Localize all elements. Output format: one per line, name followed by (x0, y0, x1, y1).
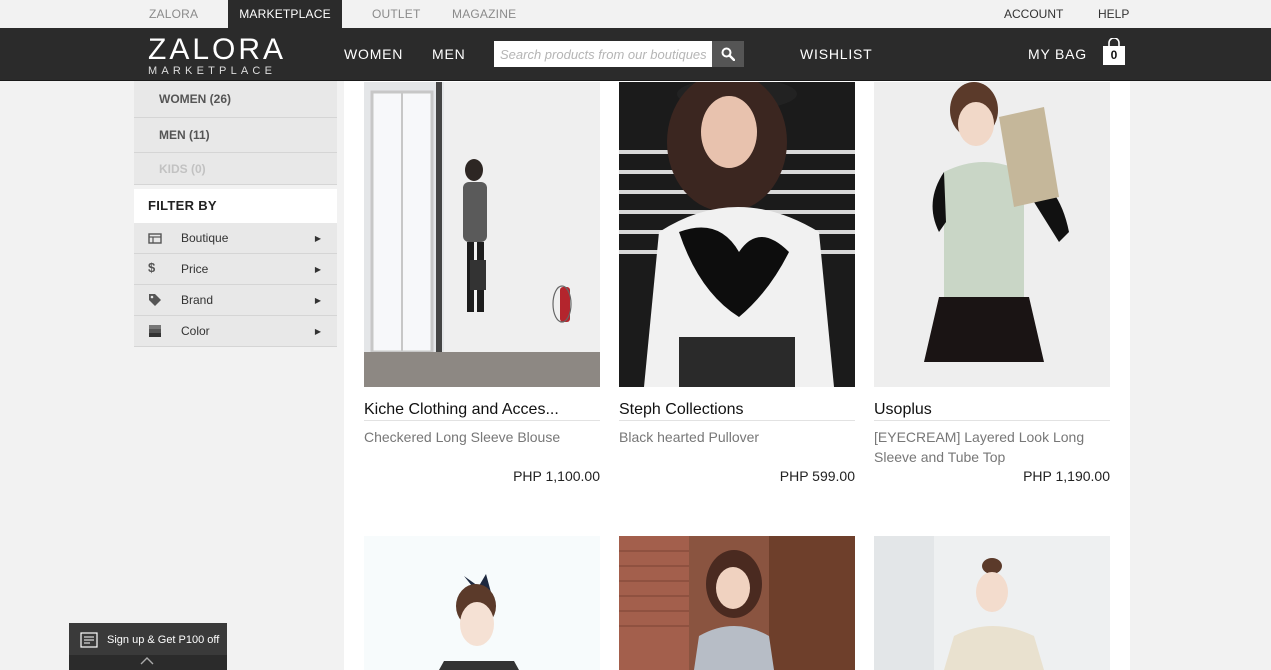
top-utility-bar: ZALORA MARKETPLACE OUTLET MAGAZINE ACCOU… (0, 0, 1271, 28)
signup-promo-widget[interactable]: Sign up & Get P100 off (69, 623, 227, 670)
product-card[interactable]: Steph Collections Black hearted Pullover… (619, 82, 855, 484)
product-price: PHP 599.00 (779, 468, 855, 484)
nav-men[interactable]: MEN (432, 28, 466, 81)
product-brand[interactable]: Usoplus (874, 399, 1110, 421)
product-grid: Kiche Clothing and Acces... Checkered Lo… (344, 81, 1130, 670)
product-brand[interactable]: Kiche Clothing and Acces... (364, 399, 600, 421)
chevron-up-icon[interactable] (139, 656, 155, 666)
sidebar: WOMEN (26) MEN (11) KIDS (0) FILTER BY B… (134, 81, 337, 347)
category-men[interactable]: MEN (11) (134, 118, 337, 153)
tab-outlet[interactable]: OUTLET (372, 0, 421, 28)
product-name[interactable]: Checkered Long Sleeve Blouse (364, 427, 600, 467)
nav-my-bag[interactable]: MY BAG (1028, 28, 1087, 81)
signup-label: Sign up & Get P100 off (107, 634, 220, 646)
bag-count: 0 (1110, 48, 1118, 62)
product-card[interactable] (364, 536, 600, 670)
filter-brand-label: Brand (181, 293, 214, 307)
search-button[interactable] (712, 41, 744, 67)
help-link[interactable]: HELP (1098, 0, 1129, 28)
tab-marketplace[interactable]: MARKETPLACE (228, 0, 342, 28)
filter-boutique-label: Boutique (181, 231, 229, 245)
filter-brand[interactable]: Brand ▶ (134, 285, 337, 316)
zalora-marketplace-logo[interactable]: ZALORA MARKETPLACE (148, 33, 298, 78)
tab-zalora[interactable]: ZALORA (149, 0, 198, 28)
product-image[interactable] (364, 82, 600, 387)
color-swatch-icon (149, 325, 161, 337)
boutique-icon (148, 233, 162, 244)
logo-subtitle: MARKETPLACE (148, 65, 277, 77)
shopping-bag-button[interactable]: 0 (1102, 38, 1126, 66)
product-card[interactable] (619, 536, 855, 670)
nav-women[interactable]: WOMEN (344, 28, 403, 81)
logo-wordmark: ZALORA (148, 33, 287, 66)
product-card[interactable]: Usoplus [EYECREAM] Layered Look Long Sle… (874, 82, 1110, 484)
newsletter-icon (80, 632, 98, 648)
product-image[interactable] (874, 82, 1110, 387)
account-link[interactable]: ACCOUNT (1004, 0, 1063, 28)
filter-price[interactable]: $ Price ▶ (134, 254, 337, 285)
product-name[interactable]: Black hearted Pullover (619, 427, 855, 467)
nav-wishlist[interactable]: WISHLIST (800, 28, 873, 81)
product-image[interactable] (874, 536, 1110, 670)
product-price: PHP 1,190.00 (1023, 468, 1110, 484)
product-price: PHP 1,100.00 (513, 468, 600, 484)
product-card[interactable] (874, 536, 1110, 670)
chevron-right-icon: ▶ (314, 296, 321, 305)
category-women[interactable]: WOMEN (26) (134, 81, 337, 118)
product-card[interactable]: Kiche Clothing and Acces... Checkered Lo… (364, 82, 600, 484)
chevron-right-icon: ▶ (314, 265, 321, 274)
product-brand[interactable]: Steph Collections (619, 399, 855, 421)
search-input[interactable] (494, 41, 712, 67)
product-image[interactable] (364, 536, 600, 670)
filter-color-label: Color (181, 324, 210, 338)
chevron-right-icon: ▶ (314, 234, 321, 243)
filter-by-heading: FILTER BY (134, 189, 337, 223)
product-image[interactable] (619, 82, 855, 387)
category-kids: KIDS (0) (134, 153, 337, 185)
filter-price-label: Price (181, 262, 209, 276)
tab-magazine[interactable]: MAGAZINE (452, 0, 516, 28)
dollar-icon: $ (148, 260, 156, 275)
filter-color[interactable]: Color ▶ (134, 316, 337, 347)
chevron-right-icon: ▶ (314, 327, 321, 336)
search-box (494, 41, 744, 67)
search-icon (721, 47, 735, 61)
product-name[interactable]: [EYECREAM] Layered Look Long Sleeve and … (874, 427, 1110, 467)
filter-boutique[interactable]: Boutique ▶ (134, 223, 337, 254)
tag-icon (149, 294, 161, 306)
main-header: ZALORA MARKETPLACE WOMEN MEN WISHLIST MY… (0, 28, 1271, 81)
product-image[interactable] (619, 536, 855, 670)
